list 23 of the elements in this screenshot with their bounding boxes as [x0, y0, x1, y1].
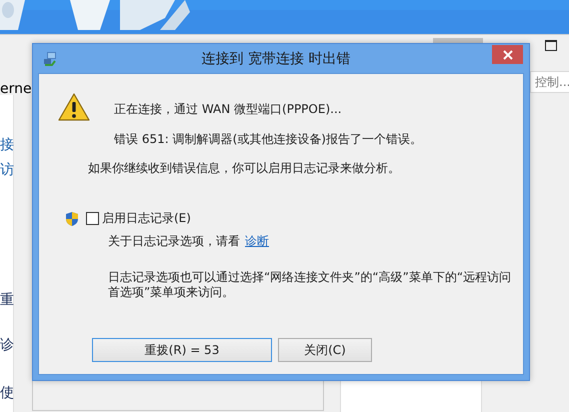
- dialog-title: 连接到 宽带连接 时出错: [202, 50, 350, 68]
- error-message: 错误 651: 调制解调器(或其他连接设备)报告了一个错误。: [114, 131, 422, 148]
- link[interactable]: 访: [0, 161, 14, 179]
- side-text: erne: [0, 81, 32, 97]
- logging-checkbox[interactable]: 启用日志记录(E): [86, 210, 191, 227]
- network-icon: [43, 51, 59, 67]
- diagnose-link[interactable]: 诊断: [245, 233, 269, 250]
- search-field[interactable]: 控制...: [530, 71, 569, 93]
- close-icon: [502, 50, 512, 60]
- help-text: 关于日志记录选项，请看: [108, 233, 240, 250]
- maximize-icon[interactable]: [545, 40, 557, 51]
- status-message: 正在连接，通过 WAN 微型端口(PPPOE)...: [114, 101, 343, 118]
- shield-icon: [65, 210, 79, 226]
- note-text: 日志记录选项也可以通过选择“网络连接文件夹”的“高级”菜单下的“远程访问首选项”菜单项来访问。: [108, 270, 512, 300]
- close-button[interactable]: [492, 45, 523, 64]
- side-text: 使: [0, 384, 14, 402]
- side-text: 重: [0, 291, 14, 309]
- advice-text: 如果你继续收到错误信息，你可以启用日志记录来做分析。: [88, 160, 401, 177]
- link[interactable]: 接: [0, 136, 14, 154]
- side-text: 诊: [0, 336, 14, 354]
- close-dialog-button[interactable]: 关闭(C): [278, 338, 372, 362]
- warning-icon: [58, 92, 90, 122]
- redial-button[interactable]: 重拨(R) = 53: [92, 338, 272, 362]
